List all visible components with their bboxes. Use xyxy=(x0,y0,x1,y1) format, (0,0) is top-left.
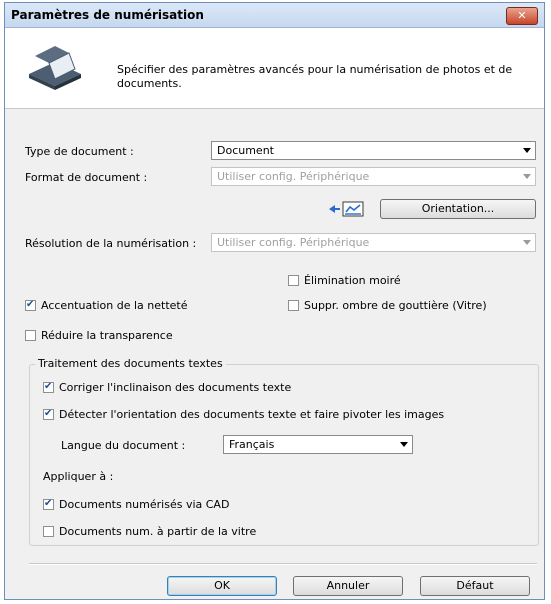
scanner-icon xyxy=(29,46,81,90)
orientation-preview-icon xyxy=(329,201,364,217)
resolution-label: Résolution de la numérisation : xyxy=(25,237,197,250)
document-format-label: Format de document : xyxy=(25,171,148,184)
checkbox-box[interactable] xyxy=(288,300,299,311)
chevron-down-icon xyxy=(523,174,531,179)
title-bar: Paramètres de numérisation ✕ xyxy=(5,3,544,28)
platen-documents-label: Documents num. à partir de la vitre xyxy=(59,525,257,538)
document-type-label: Type de document : xyxy=(25,145,134,158)
moire-label: Élimination moiré xyxy=(304,274,401,287)
footer-divider xyxy=(29,563,537,565)
chevron-down-icon xyxy=(400,442,408,447)
document-language-value: Français xyxy=(229,438,275,451)
checkbox-box[interactable] xyxy=(25,299,36,311)
document-type-value: Document xyxy=(217,144,274,157)
checkbox-box[interactable] xyxy=(43,526,54,537)
orientation-button[interactable]: Orientation... xyxy=(380,199,536,219)
apply-to-label: Appliquer à : xyxy=(43,470,114,483)
checkbox-box[interactable] xyxy=(288,275,299,286)
scan-settings-dialog: Paramètres de numérisation ✕ Spécifier d… xyxy=(4,2,545,600)
correct-slant-label: Corriger l'inclinaison des documents tex… xyxy=(59,381,292,394)
cancel-button[interactable]: Annuler xyxy=(293,576,403,596)
document-format-value: Utiliser config. Périphérique xyxy=(217,170,370,183)
detect-orientation-label: Détecter l'orientation des documents tex… xyxy=(59,408,445,421)
resolution-value: Utiliser config. Périphérique xyxy=(217,236,370,249)
chevron-down-icon xyxy=(523,148,531,153)
close-button[interactable]: ✕ xyxy=(506,7,538,25)
gutter-shadow-label: Suppr. ombre de gouttière (Vitre) xyxy=(304,299,487,312)
document-language-label: Langue du document : xyxy=(61,439,186,452)
resolution-select[interactable]: Utiliser config. Périphérique xyxy=(211,233,536,252)
dialog-title: Paramètres de numérisation xyxy=(11,8,204,22)
transparency-label: Réduire la transparence xyxy=(41,329,173,342)
checkbox-box[interactable] xyxy=(25,330,36,341)
header-description: Spécifier des paramètres avancés pour la… xyxy=(117,63,513,90)
document-format-select[interactable]: Utiliser config. Périphérique xyxy=(211,167,536,186)
default-button[interactable]: Défaut xyxy=(420,576,530,596)
checkbox-box[interactable] xyxy=(43,408,54,420)
checkbox-box[interactable] xyxy=(43,381,54,393)
document-language-select[interactable]: Français xyxy=(223,435,413,454)
sharpen-label: Accentuation de la netteté xyxy=(41,299,188,312)
adf-documents-label: Documents numérisés via CAD xyxy=(59,498,230,511)
dialog-header: Spécifier des paramètres avancés pour la… xyxy=(5,28,544,109)
text-processing-title: Traitement des documents textes xyxy=(35,357,226,370)
chevron-down-icon xyxy=(523,240,531,245)
document-type-select[interactable]: Document xyxy=(211,141,536,160)
checkbox-box[interactable] xyxy=(43,498,54,510)
ok-button[interactable]: OK xyxy=(167,576,277,596)
